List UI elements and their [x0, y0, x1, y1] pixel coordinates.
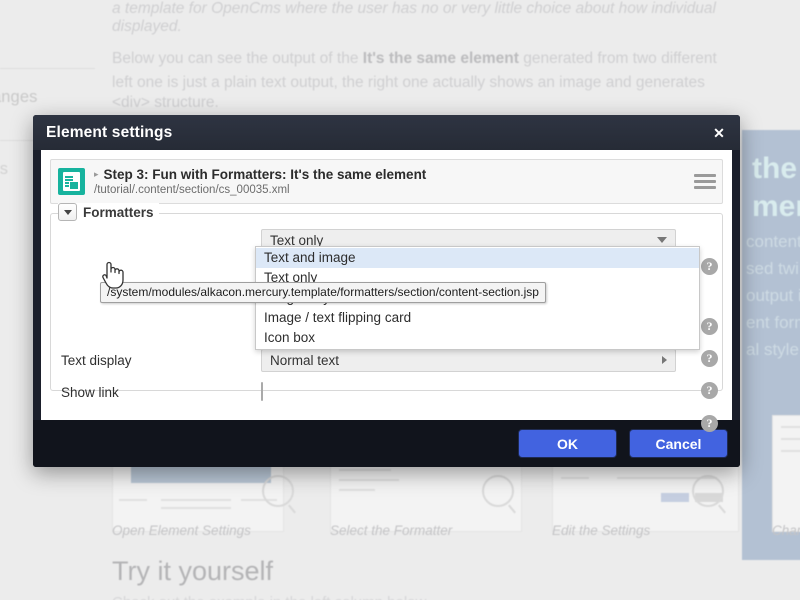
background-right-title-line2: ment	[752, 188, 800, 226]
show-link-label: Show link	[51, 385, 261, 400]
thumbnail-caption-1: Open Element Settings	[112, 523, 251, 538]
thumbnail-1-line-c	[161, 507, 231, 509]
bg-text-post: generated from two different	[519, 50, 717, 67]
background-right-title-line1: the s	[752, 150, 800, 188]
try-it-yourself-heading: Try it yourself	[112, 556, 273, 587]
background-right-body: content sed twi output i ent form al sty…	[746, 228, 800, 363]
thumbnail-4	[772, 415, 800, 532]
help-icon-show-link[interactable]: ?	[701, 415, 718, 432]
thumbnail-caption-2: Select the Formatter	[330, 523, 452, 538]
thumbnail-1-line-a	[119, 499, 147, 501]
background-left-fragment-2: ms	[0, 160, 8, 179]
thumbnail-caption-4: Chan	[772, 523, 800, 538]
close-icon[interactable]: ✕	[710, 124, 728, 142]
background-right-title: the s ment	[752, 150, 800, 226]
thumbnail-4-line-a	[781, 426, 800, 428]
background-paragraph-italic-2: displayed.	[112, 14, 182, 39]
element-header[interactable]: ▸ Step 3: Fun with Formatters: It's the …	[50, 159, 723, 204]
background-paragraph-italic-1: a template for OpenCms where the user ha…	[112, 0, 716, 21]
thumbnail-1-line-b	[161, 499, 231, 501]
background-left-fragment-1: anges	[0, 88, 37, 107]
dialog-titlebar: Element settings ✕	[33, 115, 740, 150]
help-icon-text-display[interactable]: ?	[701, 382, 718, 399]
chevron-right-icon-text-display	[662, 356, 667, 364]
formatters-legend: Formatters	[58, 203, 159, 221]
text-display-label: Text display	[51, 353, 261, 368]
text-display-select[interactable]: Normal text	[261, 349, 676, 372]
formatter-path-tooltip: /system/modules/alkacon.mercury.template…	[100, 282, 546, 303]
element-title-row: ▸ Step 3: Fun with Formatters: It's the …	[94, 167, 694, 182]
background-paragraph-line-1: Below you can see the output of the It's…	[112, 46, 717, 71]
chevron-down-icon-formatter	[657, 237, 667, 243]
dropdown-item-image-text-flipping-card[interactable]: Image / text flipping card	[256, 308, 699, 328]
content-section-icon-line-3	[65, 182, 69, 184]
hamburger-bar-2	[694, 180, 716, 183]
hamburger-menu-icon[interactable]	[694, 170, 716, 194]
content-section-icon-line-4	[65, 185, 69, 187]
screen: anges ms a template for OpenCms where th…	[0, 0, 800, 600]
background-paragraph-line-3: <div> structure.	[112, 90, 219, 115]
content-section-icon-line-2	[65, 179, 73, 181]
expand-caret-icon[interactable]: ▸	[94, 170, 99, 179]
magnifier-icon-3	[692, 475, 724, 507]
show-link-checkbox[interactable]	[261, 382, 263, 401]
dropdown-item-icon-box[interactable]: Icon box	[256, 328, 699, 348]
thumbnail-2-line-f	[339, 479, 399, 481]
element-path: /tutorial/.content/section/cs_00035.xml	[94, 184, 694, 196]
background-divider-1	[0, 68, 95, 69]
text-display-value: Normal text	[270, 353, 339, 368]
element-title: Step 3: Fun with Formatters: It's the sa…	[104, 167, 427, 182]
thumbnail-2-line-g	[339, 489, 375, 491]
thumbnail-4-line-b	[781, 438, 800, 440]
chevron-down-icon[interactable]	[58, 203, 77, 221]
help-icon-formatter[interactable]: ?	[701, 258, 718, 275]
help-icon-hidden-1[interactable]: ?	[701, 318, 718, 335]
thumbnail-3-ok-button	[661, 493, 689, 502]
background-right-line-0: content	[746, 228, 800, 255]
thumbnail-3-line-d	[561, 477, 589, 479]
background-right-line-1: sed twi	[746, 255, 800, 282]
hamburger-bar-1	[694, 174, 716, 177]
background-right-line-4: al style	[746, 336, 800, 363]
magnifier-icon-1	[262, 475, 294, 507]
content-section-icon-image	[70, 182, 78, 189]
background-right-line-2: output i	[746, 282, 800, 309]
content-section-icon-line-1	[65, 176, 73, 178]
ok-button[interactable]: OK	[518, 429, 617, 458]
background-right-line-3: ent form	[746, 309, 800, 336]
help-icon-hidden-2[interactable]: ?	[701, 350, 718, 367]
try-it-yourself-subtext: Check out the example in the left column…	[112, 594, 426, 600]
element-header-texts: ▸ Step 3: Fun with Formatters: It's the …	[94, 167, 694, 196]
magnifier-icon-2	[482, 475, 514, 507]
formatters-legend-label: Formatters	[83, 205, 154, 220]
cancel-button[interactable]: Cancel	[629, 429, 728, 458]
text-display-control: Normal text	[261, 349, 722, 372]
dropdown-item-text-and-image[interactable]: Text and image	[256, 248, 699, 268]
thumbnail-4-line-c	[781, 450, 800, 452]
thumbnail-2-line-e	[339, 469, 391, 471]
bg-text-pre: Below you can see the output of the	[112, 50, 363, 67]
dialog-title: Element settings	[46, 124, 172, 142]
dialog-footer: OK Cancel	[33, 420, 740, 467]
content-section-icon	[58, 168, 85, 195]
chevron-down-glyph	[64, 210, 72, 215]
show-link-control	[261, 383, 722, 401]
hamburger-bar-3	[694, 186, 716, 189]
thumbnail-caption-3: Edit the Settings	[552, 523, 650, 538]
bg-text-bold: It's the same element	[363, 50, 519, 67]
show-link-row: Show link	[51, 376, 722, 408]
